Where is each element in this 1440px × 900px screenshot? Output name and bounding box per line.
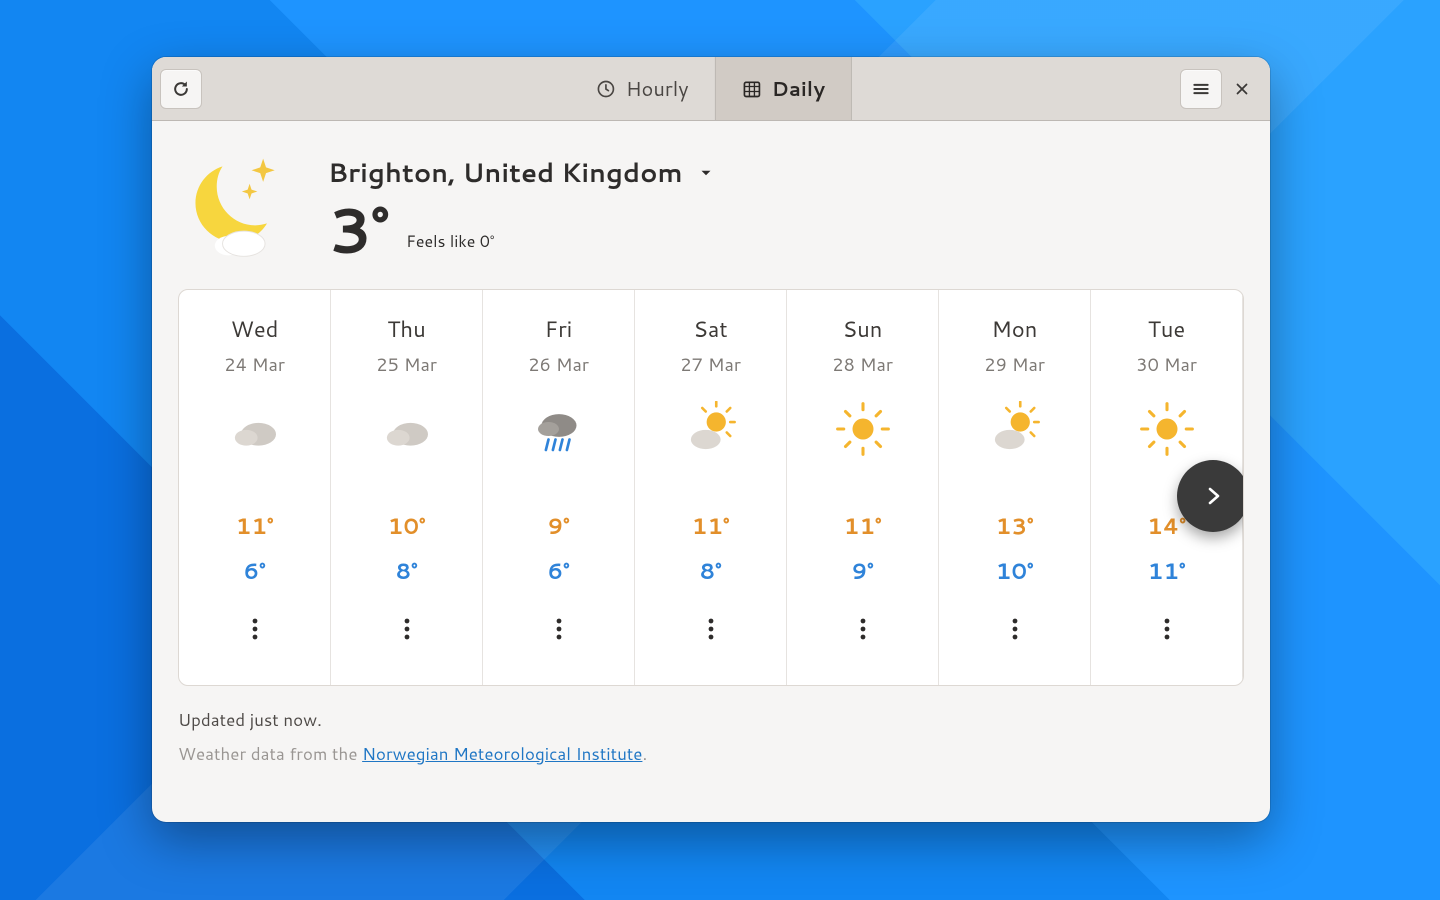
high-temp: 9° [547, 511, 569, 542]
low-temp: 6° [243, 556, 265, 587]
cloudy-icon [379, 401, 435, 457]
view-tabs: Hourly Daily [570, 57, 852, 120]
day-of-week: Tue [1148, 314, 1185, 345]
weather-window: Hourly Daily [152, 57, 1270, 822]
day-of-week: Sat [693, 314, 727, 345]
tab-hourly-label: Hourly [626, 75, 689, 103]
day-more-button[interactable] [1001, 615, 1029, 643]
desktop-wallpaper: Hourly Daily [0, 0, 1440, 900]
tab-daily[interactable]: Daily [715, 57, 853, 120]
high-temp: 11° [692, 511, 730, 542]
chevron-right-icon [1201, 484, 1225, 508]
high-temp: 10° [388, 511, 426, 542]
low-temp: 6° [547, 556, 569, 587]
hamburger-icon [1191, 79, 1211, 99]
close-icon [1233, 80, 1251, 98]
day-more-button[interactable] [241, 615, 269, 643]
day-date: 24 Mar [224, 351, 285, 377]
high-temp: 13° [996, 511, 1034, 542]
high-temp: 14° [1147, 511, 1186, 542]
last-updated: Updated just now. [178, 708, 1244, 732]
day-date: 26 Mar [528, 351, 589, 377]
attribution-suffix: . [642, 742, 647, 766]
day-of-week: Sun [843, 314, 883, 345]
day-of-week: Mon [992, 314, 1038, 345]
day-more-button[interactable] [1153, 615, 1181, 643]
data-attribution: Weather data from the Norwegian Meteorol… [178, 742, 1244, 766]
day-of-week: Fri [545, 314, 573, 345]
low-temp: 8° [395, 556, 417, 587]
tab-daily-label: Daily [772, 75, 826, 103]
partly-sunny-icon [987, 401, 1043, 457]
feels-like: Feels like 0° [406, 230, 494, 259]
clock-icon [596, 79, 616, 99]
day-date: 29 Mar [984, 351, 1045, 377]
current-condition-icon [180, 149, 296, 265]
high-temp: 11° [236, 511, 274, 542]
headerbar: Hourly Daily [152, 57, 1270, 121]
low-temp: 11° [1148, 556, 1186, 587]
clear-night-few-clouds-icon [180, 149, 296, 265]
attribution-prefix: Weather data from the [178, 742, 362, 766]
rain-icon [531, 401, 587, 457]
sunny-icon [835, 401, 891, 457]
day-more-button[interactable] [849, 615, 877, 643]
close-button[interactable] [1222, 70, 1262, 108]
current-conditions: Brighton, United Kingdom 3° Feels like 0… [178, 121, 1244, 289]
scroll-right-button[interactable] [1177, 460, 1244, 532]
calendar-grid-icon [742, 79, 762, 99]
day-date: 30 Mar [1136, 351, 1197, 377]
forecast-day: Wed 24 Mar 11° 6° [179, 290, 331, 685]
day-more-button[interactable] [697, 615, 725, 643]
forecast-day: Sun 28 Mar 11° 9° [787, 290, 939, 685]
high-temp: 11° [844, 511, 882, 542]
attribution-link[interactable]: Norwegian Meteorological Institute [362, 742, 642, 766]
footer: Updated just now. Weather data from the … [178, 686, 1244, 766]
daily-forecast: Wed 24 Mar 11° 6° Thu 25 Mar 10° 8° Fri 26 Mar 9° 6… [178, 289, 1244, 686]
day-of-week: Wed [231, 314, 279, 345]
low-temp: 10° [996, 556, 1034, 587]
current-temperature: 3° [328, 197, 388, 259]
day-date: 27 Mar [680, 351, 741, 377]
content-area: Brighton, United Kingdom 3° Feels like 0… [152, 121, 1270, 822]
forecast-day: Fri 26 Mar 9° 6° [483, 290, 635, 685]
refresh-button[interactable] [160, 69, 202, 109]
forecast-day: Mon 29 Mar 13° 10° [939, 290, 1091, 685]
low-temp: 9° [851, 556, 873, 587]
forecast-day: Sat 27 Mar 11° 8° [635, 290, 787, 685]
forecast-day: Thu 25 Mar 10° 8° [331, 290, 483, 685]
menu-button[interactable] [1180, 69, 1222, 109]
partly-sunny-icon [683, 401, 739, 457]
day-of-week: Thu [387, 314, 425, 345]
day-more-button[interactable] [545, 615, 573, 643]
cloudy-icon [227, 401, 283, 457]
day-date: 28 Mar [832, 351, 893, 377]
sunny-icon [1139, 401, 1195, 457]
day-date: 25 Mar [376, 351, 437, 377]
tab-hourly[interactable]: Hourly [570, 57, 715, 120]
low-temp: 8° [699, 556, 721, 587]
day-more-button[interactable] [393, 615, 421, 643]
chevron-down-icon [697, 164, 715, 182]
refresh-icon [171, 79, 191, 99]
